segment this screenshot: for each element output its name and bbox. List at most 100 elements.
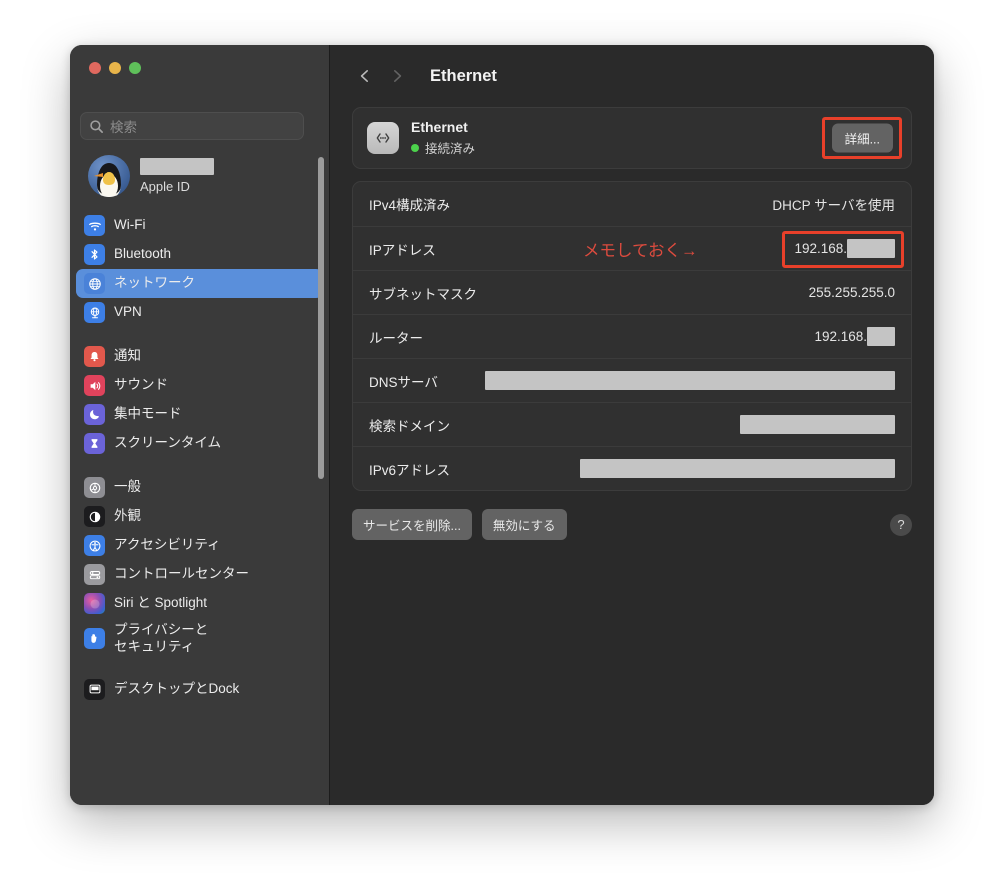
toolbar: Ethernet xyxy=(330,45,934,107)
detail-button[interactable]: 詳細... xyxy=(832,124,893,153)
table-row: DNSサーバ xyxy=(353,358,911,402)
sidebar-item-accessibility[interactable]: アクセシビリティ xyxy=(76,531,323,560)
sidebar-item-label: 集中モード xyxy=(114,406,182,423)
sidebar-item-control-center[interactable]: コントロールセンター xyxy=(76,560,323,589)
zoom-button[interactable] xyxy=(129,62,141,74)
row-label: 検索ドメイン xyxy=(369,415,450,435)
status-badge: 接続済み xyxy=(411,138,475,157)
penguin-avatar-icon xyxy=(88,155,130,197)
chevron-right-icon[interactable] xyxy=(386,65,408,87)
chevron-left-icon[interactable] xyxy=(354,65,376,87)
search-placeholder: 検索 xyxy=(110,116,137,136)
sidebar-item-label: 外観 xyxy=(114,508,141,525)
sidebar-group-system: 一般 外観 アクセシビリティ xyxy=(70,473,329,660)
remove-service-button[interactable]: サービスを削除... xyxy=(352,509,472,540)
sidebar-item-privacy-security[interactable]: プライバシーと セキュリティ xyxy=(76,618,323,660)
sidebar-item-vpn[interactable]: VPN xyxy=(76,298,323,327)
main-content: Ethernet Ethernet 接続済み 詳細... IPv4構成済み DH… xyxy=(330,45,934,805)
ethernet-icon xyxy=(367,122,399,154)
sidebar-item-label: Wi-Fi xyxy=(114,217,145,234)
sidebar-item-label: デスクトップとDock xyxy=(114,681,239,698)
sidebar-item-focus[interactable]: 集中モード xyxy=(76,400,323,429)
sidebar-scrollbar[interactable] xyxy=(318,157,324,479)
sidebar-item-label: プライバシーと セキュリティ xyxy=(114,622,208,656)
table-row: 検索ドメイン xyxy=(353,402,911,446)
sidebar-item-desktop-dock[interactable]: デスクトップとDock xyxy=(76,675,323,704)
vpn-globe-icon xyxy=(84,302,105,323)
accessibility-icon xyxy=(84,535,105,556)
table-row: サブネットマスク 255.255.255.0 xyxy=(353,270,911,314)
row-label: IPv4構成済み xyxy=(369,194,450,214)
row-value xyxy=(580,459,895,478)
page-title: Ethernet xyxy=(430,67,497,86)
sidebar-item-wifi[interactable]: Wi-Fi xyxy=(76,211,323,240)
sidebar: 検索 Apple ID xyxy=(70,45,330,805)
sidebar-item-apple-id[interactable]: Apple ID xyxy=(76,149,323,203)
sidebar-item-bluetooth[interactable]: Bluetooth xyxy=(76,240,323,269)
sidebar-item-notifications[interactable]: 通知 xyxy=(76,342,323,371)
row-label: サブネットマスク xyxy=(369,283,477,303)
row-value-text: 255.255.255.0 xyxy=(809,285,895,300)
sidebar-item-label: ネットワーク xyxy=(114,275,195,292)
system-settings-window: 検索 Apple ID xyxy=(70,45,934,805)
row-label: ルーター xyxy=(369,327,423,347)
account-name-redacted xyxy=(140,158,214,175)
ip-info-card: IPv4構成済み DHCP サーバを使用 IPアドレス メモしておく→ 192.… xyxy=(352,181,912,491)
table-row: ルーター 192.168. xyxy=(353,314,911,358)
ipv6-redacted xyxy=(580,459,895,478)
search-domain-redacted xyxy=(740,415,895,434)
bluetooth-icon xyxy=(84,244,105,265)
desktop-dock-icon xyxy=(84,679,105,700)
sidebar-item-label: Bluetooth xyxy=(114,246,171,263)
row-value-text: DHCP サーバを使用 xyxy=(772,194,895,214)
sidebar-group-alerts: 通知 サウンド 集中モード xyxy=(70,342,329,458)
sidebar-item-label: スクリーンタイム xyxy=(114,435,221,452)
sidebar-scroll-area: Apple ID Wi-Fi Bluetooth xyxy=(70,149,329,805)
sidebar-item-screen-time[interactable]: スクリーンタイム xyxy=(76,429,323,458)
row-value: 255.255.255.0 xyxy=(809,285,895,300)
ethernet-service-card: Ethernet 接続済み 詳細... xyxy=(352,107,912,169)
row-label: IPv6アドレス xyxy=(369,459,450,479)
moon-icon xyxy=(84,404,105,425)
search-input[interactable]: 検索 xyxy=(80,112,304,140)
sidebar-divider xyxy=(70,327,329,342)
avatar xyxy=(88,155,130,197)
help-button[interactable]: ? xyxy=(890,514,912,536)
sidebar-item-label: サウンド xyxy=(114,377,168,394)
sidebar-divider xyxy=(70,458,329,473)
close-button[interactable] xyxy=(89,62,101,74)
ip-address-highlight xyxy=(782,231,904,268)
row-value-text: 192.168. xyxy=(814,329,867,344)
table-row-ip-address: IPアドレス メモしておく→ 192.168. xyxy=(353,226,911,270)
sidebar-group-desktop: デスクトップとDock xyxy=(70,675,329,704)
speaker-icon xyxy=(84,375,105,396)
service-name: Ethernet xyxy=(411,119,475,135)
sidebar-item-sound[interactable]: サウンド xyxy=(76,371,323,400)
sidebar-item-siri-spotlight[interactable]: Siri と Spotlight xyxy=(76,589,323,618)
sidebar-item-general[interactable]: 一般 xyxy=(76,473,323,502)
minimize-button[interactable] xyxy=(109,62,121,74)
sidebar-item-label: アクセシビリティ xyxy=(114,537,221,554)
window-controls xyxy=(89,62,141,74)
row-label: IPアドレス xyxy=(369,239,436,259)
siri-icon xyxy=(84,593,105,614)
dns-redacted xyxy=(485,371,895,390)
row-value xyxy=(740,415,895,434)
router-redacted xyxy=(867,327,895,346)
hourglass-icon xyxy=(84,433,105,454)
row-value xyxy=(485,371,895,390)
table-row: IPv4構成済み DHCP サーバを使用 xyxy=(353,182,911,226)
sidebar-item-label: コントロールセンター xyxy=(114,566,249,583)
row-value: DHCP サーバを使用 xyxy=(772,194,895,214)
sidebar-item-label: 一般 xyxy=(114,479,141,496)
appearance-icon xyxy=(84,506,105,527)
wifi-icon xyxy=(84,215,105,236)
apple-id-label: Apple ID xyxy=(140,179,214,194)
sidebar-item-network[interactable]: ネットワーク xyxy=(76,269,323,298)
sidebar-item-appearance[interactable]: 外観 xyxy=(76,502,323,531)
globe-icon xyxy=(84,273,105,294)
status-text: 接続済み xyxy=(425,138,475,157)
sidebar-item-label: 通知 xyxy=(114,348,141,365)
disable-button[interactable]: 無効にする xyxy=(482,509,567,540)
gear-icon xyxy=(84,477,105,498)
